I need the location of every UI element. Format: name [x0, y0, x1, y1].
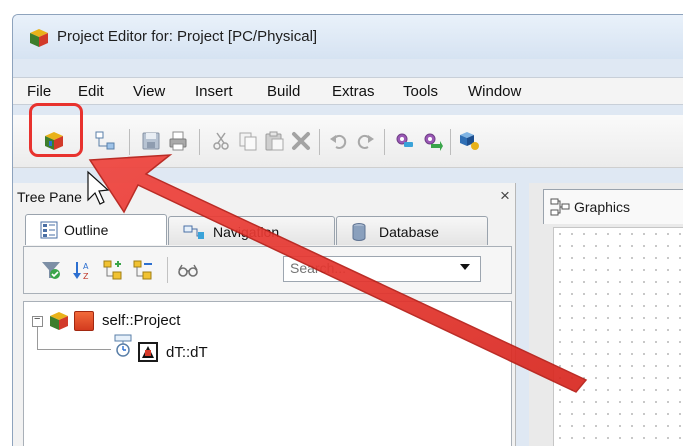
timer-node-icon [114, 334, 132, 357]
print-icon[interactable] [167, 130, 189, 152]
tree-connector [37, 349, 111, 350]
collapse-all-icon[interactable] [132, 259, 154, 281]
main-toolbar [13, 115, 683, 168]
menu-extras[interactable]: Extras [332, 83, 375, 100]
menu-window[interactable]: Window [468, 83, 521, 100]
chevron-down-icon[interactable] [460, 264, 470, 270]
filter-check-icon[interactable] [40, 259, 62, 281]
menu-edit[interactable]: Edit [78, 83, 104, 100]
delete-icon[interactable] [290, 130, 312, 152]
tree-toolbar: A Z [23, 246, 512, 294]
expand-all-icon[interactable] [102, 259, 124, 281]
graphics-panel: Graphics [529, 183, 683, 446]
navigation-icon [183, 225, 204, 239]
menu-bar: File Edit View Insert Build Extras Tools… [13, 77, 683, 105]
project-cube-icon [50, 312, 68, 330]
tree-view-icon[interactable] [94, 130, 116, 152]
graphics-diagram-icon [550, 198, 570, 216]
gear-plug-icon[interactable] [393, 130, 415, 152]
paste-icon[interactable] [263, 130, 285, 152]
tab-graphics-label: Graphics [574, 199, 631, 215]
search-input[interactable] [290, 260, 440, 276]
svg-text:Z: Z [83, 272, 89, 281]
menu-insert[interactable]: Insert [195, 83, 233, 100]
toolbar-separator [199, 129, 200, 155]
title-bar: Project Editor for: Project [PC/Physical… [13, 15, 683, 59]
tab-database[interactable]: Database [336, 216, 488, 245]
graphics-canvas[interactable] [553, 227, 683, 446]
tree-item-label[interactable]: dT::dT [166, 344, 208, 361]
cube-add-icon[interactable] [459, 130, 481, 152]
tree-pane-close-button[interactable]: × [500, 186, 510, 206]
tab-navigation-label: Navigation [213, 224, 280, 240]
tree-pane: Tree Pane × Outline Navigation Database … [13, 183, 516, 446]
copy-icon[interactable] [237, 130, 259, 152]
tree-expander[interactable]: − [32, 313, 43, 327]
database-icon [352, 223, 366, 241]
visibility-glasses-icon[interactable] [177, 259, 199, 281]
save-icon[interactable] [140, 130, 162, 152]
svg-text:A: A [83, 262, 89, 271]
gear-arrow-icon[interactable] [421, 130, 443, 152]
outline-tree: − self::Project dT::dT [23, 301, 512, 446]
toolbar-separator [129, 129, 130, 155]
sort-az-icon[interactable]: A Z [72, 259, 94, 281]
tab-graphics[interactable]: Graphics [543, 189, 683, 224]
project-cube-icon [30, 29, 48, 47]
tab-database-label: Database [379, 224, 439, 240]
application-window: Project Editor for: Project [PC/Physical… [12, 14, 683, 446]
window-title: Project Editor for: Project [PC/Physical… [57, 28, 318, 45]
tab-outline[interactable]: Outline [25, 214, 167, 245]
tab-navigation[interactable]: Navigation [168, 216, 335, 245]
highlight-box [29, 103, 83, 157]
project-status-icon [74, 311, 94, 331]
tree-pane-title: Tree Pane [17, 189, 82, 205]
search-box[interactable] [283, 256, 481, 282]
toolbar-separator [319, 129, 320, 155]
toolbar-separator [167, 257, 168, 283]
signal-graph-icon [138, 342, 158, 362]
tree-item-label[interactable]: self::Project [102, 312, 180, 329]
menu-file[interactable]: File [27, 83, 51, 100]
tab-outline-label: Outline [64, 222, 109, 238]
menu-tools[interactable]: Tools [403, 83, 438, 100]
outline-icon [40, 221, 58, 239]
undo-icon[interactable] [328, 130, 350, 152]
menu-build[interactable]: Build [267, 83, 300, 100]
toolbar-separator [450, 129, 451, 155]
toolbar-separator [384, 129, 385, 155]
menu-view[interactable]: View [133, 83, 165, 100]
redo-icon[interactable] [354, 130, 376, 152]
cut-icon[interactable] [210, 130, 232, 152]
tree-connector [37, 327, 38, 350]
